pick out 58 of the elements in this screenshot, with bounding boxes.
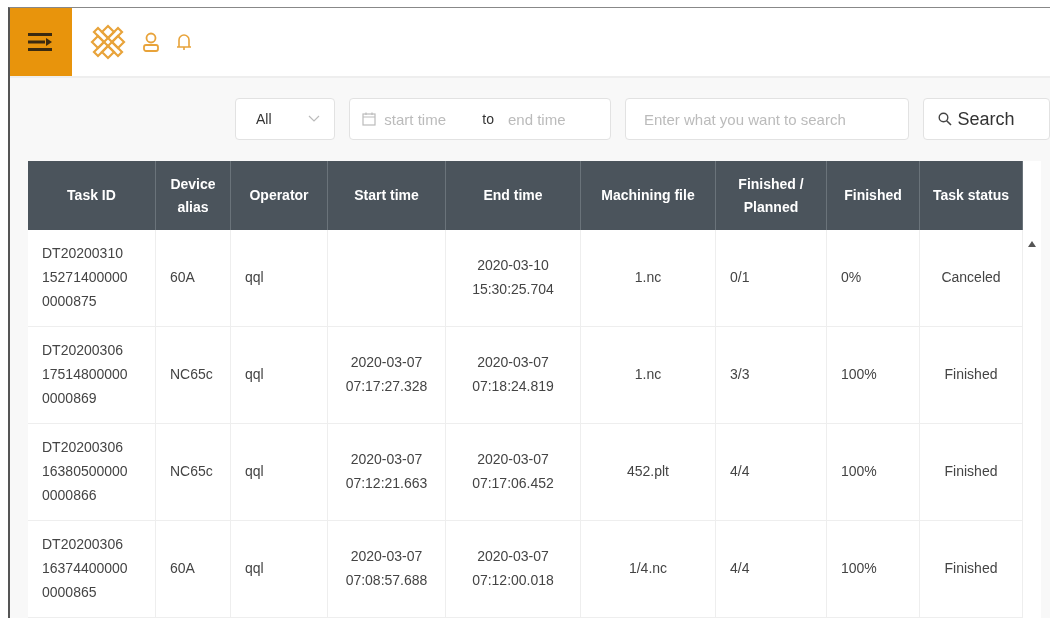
table-cell-text: 60A [170,268,195,288]
search-field[interactable]: Enter what you want to search [625,98,909,140]
table-cell-text: 60A [170,559,195,579]
table-cell-text: 2020-03-10 15:30:25.704 [471,256,555,299]
table-cell-text: NC65c [170,462,213,482]
column-header: Device alias [156,161,231,230]
table-cell-text: Canceled [941,268,1001,288]
table-cell-text: Finished [944,365,998,385]
column-header: Start time [328,161,446,230]
table-cell-text: 2020-03-07 07:12:21.663 [344,450,429,493]
table-cell-text: 3/3 [730,365,750,385]
table-cell-text: qql [245,559,264,579]
date-range-field[interactable]: start time to end time [349,98,611,140]
range-separator: to [482,111,494,127]
table-cell-text: qql [245,365,264,385]
column-header: Task ID [28,161,156,230]
table-cell-text: DT20200306163805000000000866 [42,438,129,505]
table-cell-text: qql [245,268,264,288]
table-cell-text: 2020-03-07 07:12:00.018 [471,547,555,590]
table-cell-text: 1.nc [634,268,662,288]
table-cell-text: 4/4 [730,462,750,482]
menu-icon [28,32,54,52]
table-cell-text: 2020-03-07 07:08:57.688 [344,547,429,590]
table-cell-text: DT20200306163744000000000865 [42,535,129,602]
table-cell-text: 100% [841,559,877,579]
table-cell-text: 2020-03-07 07:17:27.328 [344,353,429,396]
column-header: Finished [827,161,920,230]
table-cell-text: 1/4.nc [628,559,668,579]
status-dropdown[interactable]: All [235,98,336,140]
table-cell-text: DT20200310152714000000000875 [42,244,129,311]
column-header: Finished / Planned [716,161,827,230]
table-cell-text: 1.nc [634,365,662,385]
table-cell-text: NC65c [170,365,213,385]
menu-button[interactable] [10,8,72,76]
chevron-down-icon [308,115,321,123]
table-cell-text: 0% [841,268,862,288]
column-header: Operator [231,161,328,230]
column-header: End time [446,161,581,230]
search-icon [937,112,952,126]
table-cell-text: 2020-03-07 07:17:06.452 [471,450,555,493]
table-cell-text: Finished [944,559,998,579]
calendar-icon [362,112,377,126]
search-button[interactable]: Search [922,98,1050,140]
table-cell-text: qql [245,462,264,482]
scroll-up-icon[interactable] [1028,241,1036,247]
table-cell-text: 452.plt [626,462,669,482]
user-icon[interactable] [142,32,160,52]
table-cell-text: 100% [841,462,877,482]
logo-icon [90,24,126,60]
table-cell-text: 4/4 [730,559,750,579]
table-cell-text: 100% [841,365,877,385]
table-cell-text: 0/1 [730,268,750,288]
scrollbar[interactable] [1023,161,1041,618]
table-cell-text: Finished [944,462,998,482]
table-cell-text: DT20200306175148000000000869 [42,341,129,408]
bell-icon[interactable] [176,32,192,52]
table-cell-text: 2020-03-07 07:18:24.819 [471,353,555,396]
column-header: Machining file [581,161,716,230]
